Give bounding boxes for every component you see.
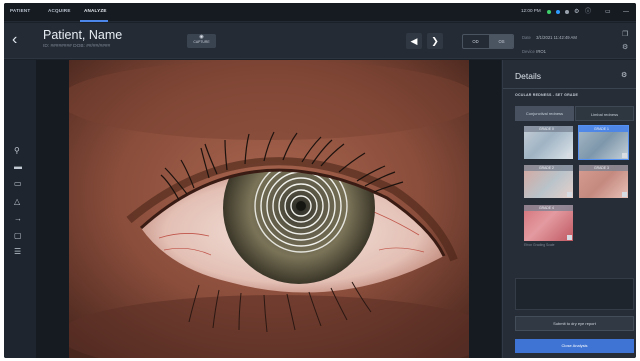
eye-toggle: OD OS — [462, 34, 514, 49]
patient-header: ‹ Patient, Name ID: ######## DOB: ##/##/… — [4, 23, 636, 59]
status-dot-grey — [565, 10, 569, 14]
thumb-label: GRADE 1 — [594, 127, 609, 131]
divider — [503, 88, 636, 89]
capture-button[interactable]: ◉ CAPTURE — [187, 34, 216, 48]
gear-icon[interactable]: ⚙ — [621, 72, 627, 79]
close-analysis-button[interactable]: Close Analysis — [515, 339, 634, 353]
tab-conjunctival-redness[interactable]: Conjunctival redness — [515, 106, 574, 121]
tab-analyze[interactable]: ANALYZE — [84, 8, 107, 13]
date-value: 3/1/2021 11:42:49 AM — [536, 35, 577, 40]
arrow-icon[interactable]: → — [14, 215, 22, 223]
minus-icon[interactable]: ▬ — [14, 163, 22, 171]
thumb-corner — [622, 153, 627, 158]
panel-title: Details — [515, 71, 541, 81]
window-icon[interactable]: ▭ — [605, 9, 611, 15]
notes-area[interactable] — [515, 278, 634, 310]
triangle-icon[interactable]: △ — [14, 198, 20, 206]
active-tab-indicator — [80, 20, 108, 22]
capture-label: CAPTURE — [193, 40, 210, 44]
comment-icon[interactable]: ▢ — [14, 232, 22, 240]
thumb-label: GRADE 4 — [539, 206, 554, 210]
details-panel: Details ⚙ OCULAR REDNESS - SET GRADE Con… — [502, 60, 636, 358]
settings-icon[interactable]: ⚙ — [574, 9, 579, 15]
layout-icon[interactable]: ▭ — [14, 180, 22, 188]
thumb-corner — [567, 192, 572, 197]
minimize-icon[interactable]: — — [623, 9, 629, 15]
grading-scale-note: Efron Grading Scale — [524, 243, 555, 247]
redness-tabs: Conjunctival redness Limbal redness — [515, 106, 634, 121]
previous-image-button[interactable]: ◀ — [406, 33, 422, 49]
toggle-os[interactable]: OS — [489, 35, 513, 48]
device-label: Device — [522, 49, 535, 54]
list-icon[interactable]: ☰ — [14, 248, 21, 256]
pupil — [296, 201, 306, 211]
toggle-od[interactable]: OD — [463, 35, 488, 48]
thumb-label: GRADE 2 — [539, 166, 554, 170]
chevron-right-icon: ❯ — [431, 36, 439, 46]
image-metadata: Date 3/1/2021 11:42:49 AM Device IRO1 — [522, 31, 577, 59]
grade-thumbnail-3[interactable]: GRADE 3 — [579, 165, 628, 198]
patient-details: ID: ######## DOB: ##/##/#### — [43, 44, 111, 49]
grade-thumbnail-4[interactable]: GRADE 4 — [524, 205, 573, 241]
tab-limbal-redness[interactable]: Limbal redness — [575, 106, 634, 121]
thumb-label: GRADE 0 — [539, 127, 554, 131]
tab-acquire[interactable]: ACQUIRE — [48, 8, 71, 13]
patient-name: Patient, Name — [43, 28, 123, 42]
settings-icon[interactable]: ⚙ — [622, 44, 628, 51]
thumb-corner — [622, 192, 627, 197]
thumb-corner — [567, 235, 572, 240]
copy-icon[interactable]: ❐ — [622, 31, 628, 38]
status-dot-blue — [556, 10, 560, 14]
submit-report-button[interactable]: Submit to dry eye report — [515, 316, 634, 331]
thumb-corner — [567, 153, 572, 158]
status-dot-green — [547, 10, 551, 14]
clock: 12:00 PM — [521, 8, 541, 13]
grade-thumbnail-0[interactable]: GRADE 0 — [524, 126, 573, 159]
eye-photo — [69, 60, 469, 358]
image-viewer[interactable] — [36, 60, 501, 358]
app-window: PATIENT ACQUIRE ANALYZE 12:00 PM ⚙ ⓘ ▭ —… — [4, 3, 636, 358]
back-button[interactable]: ‹ — [12, 32, 17, 48]
grade-thumbnail-1[interactable]: GRADE 1 — [578, 125, 629, 160]
panel-subtitle: OCULAR REDNESS - SET GRADE — [515, 93, 579, 97]
zoom-icon[interactable]: ⚲ — [14, 147, 20, 155]
thumb-label: GRADE 3 — [594, 166, 609, 170]
next-image-button[interactable]: ❯ — [427, 33, 443, 49]
left-toolbar: ⚲ ▬ ▭ △ → ▢ ☰ — [4, 60, 36, 358]
tab-patient[interactable]: PATIENT — [10, 8, 30, 13]
date-label: Date — [522, 35, 531, 40]
info-icon[interactable]: ⓘ — [585, 9, 591, 15]
device-value: IRO1 — [536, 49, 546, 54]
top-nav: PATIENT ACQUIRE ANALYZE 12:00 PM ⚙ ⓘ ▭ — — [4, 3, 636, 22]
grade-thumbnail-2[interactable]: GRADE 2 — [524, 165, 573, 198]
triangle-left-icon: ◀ — [410, 36, 418, 46]
